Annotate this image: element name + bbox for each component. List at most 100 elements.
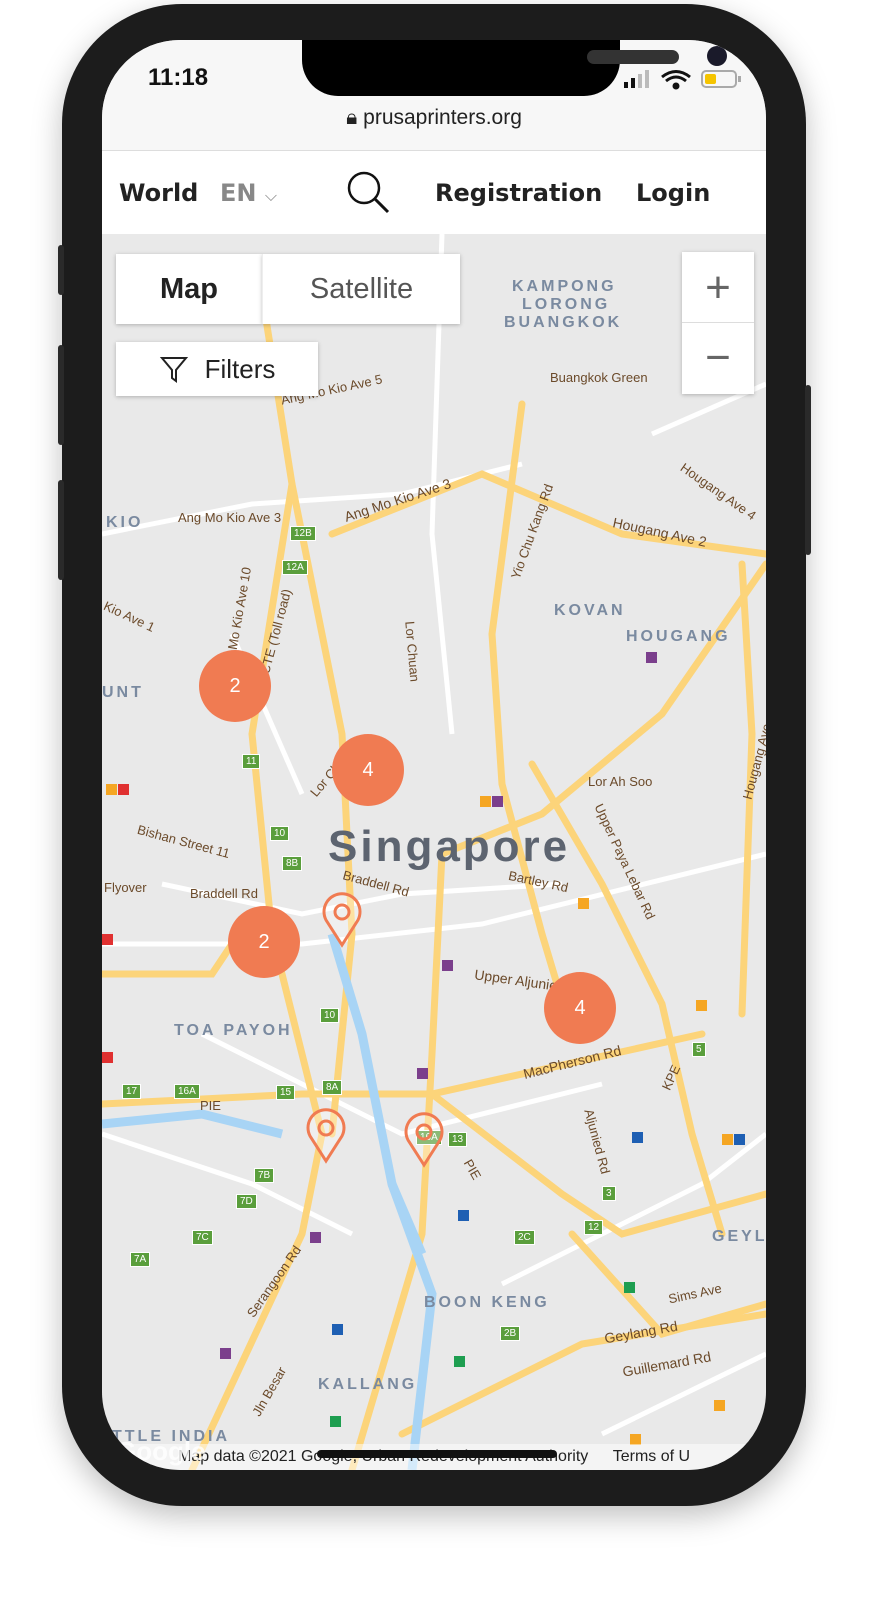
url-text: prusaprinters.org	[363, 106, 522, 129]
road-label: PIE	[200, 1098, 221, 1113]
road-label: Braddell Rd	[190, 886, 258, 901]
login-link[interactable]: Login	[636, 179, 710, 207]
lock-icon: 🔒︎	[346, 106, 358, 129]
city-label: Singapore	[328, 822, 571, 871]
registration-link[interactable]: Registration	[435, 179, 602, 207]
chevron-down-icon: ⌵	[264, 186, 277, 205]
printer-marker[interactable]	[220, 1348, 231, 1359]
exit-label: 12B	[290, 526, 316, 541]
exit-label: 7D	[236, 1194, 257, 1209]
map-pin-icon[interactable]	[320, 892, 364, 948]
printer-marker[interactable]	[578, 898, 589, 909]
exit-label: 8A	[322, 1080, 343, 1095]
exit-label: 7C	[192, 1230, 213, 1245]
google-logo: Google	[116, 1436, 206, 1466]
status-bar: 11:18 🔒︎ prusaprinters.org	[102, 40, 766, 150]
notch	[302, 40, 727, 96]
area-label: KAMPONG	[512, 278, 617, 295]
road-label: Lor Ah Soo	[588, 774, 653, 789]
area-label: KOVAN	[554, 602, 626, 619]
cluster-marker[interactable]: 2	[228, 906, 300, 978]
area-label: LORONG	[522, 296, 611, 313]
filters-button[interactable]: Filters	[116, 342, 318, 396]
exit-label: 8B	[282, 856, 303, 871]
cluster-marker[interactable]: 4	[332, 734, 404, 806]
map-type-map-button[interactable]: Map	[116, 254, 262, 324]
printer-marker[interactable]	[696, 1000, 707, 1011]
road-label: Buangkok Green	[550, 370, 648, 385]
printer-marker[interactable]	[714, 1400, 725, 1411]
area-label: KALLANG	[318, 1376, 418, 1393]
exit-label: 15	[276, 1085, 296, 1100]
area-label: TOA PAYOH	[174, 1022, 293, 1039]
printer-marker[interactable]	[646, 652, 657, 663]
exit-label: 2B	[500, 1326, 521, 1341]
printer-marker[interactable]	[102, 1052, 113, 1063]
printer-marker[interactable]	[722, 1134, 733, 1145]
address-bar[interactable]: 🔒︎ prusaprinters.org	[102, 106, 766, 130]
map-type-satellite-button[interactable]: Satellite	[262, 254, 460, 324]
battery-icon	[701, 70, 741, 88]
area-label: KIO	[106, 514, 144, 531]
printer-marker[interactable]	[106, 784, 117, 795]
cluster-marker[interactable]: 4	[544, 972, 616, 1044]
filter-icon	[159, 357, 188, 383]
exit-label: 7A	[130, 1252, 151, 1267]
printer-marker[interactable]	[310, 1232, 321, 1243]
language-selector[interactable]: EN ⌵	[220, 179, 277, 207]
exit-label: 10	[270, 826, 290, 841]
home-indicator	[317, 1450, 557, 1458]
exit-label: 11	[242, 754, 261, 769]
printer-marker[interactable]	[102, 934, 113, 945]
exit-label: 10	[320, 1008, 340, 1023]
printer-marker[interactable]	[454, 1356, 465, 1367]
power-button	[805, 385, 811, 555]
exit-label: 5	[692, 1042, 706, 1057]
exit-label: 16A	[174, 1084, 200, 1099]
site-header: World EN ⌵ Registration Login	[102, 150, 766, 234]
printer-marker[interactable]	[624, 1282, 635, 1293]
map-pin-icon[interactable]	[304, 1108, 348, 1164]
status-icons	[624, 70, 741, 90]
exit-label: 12A	[282, 560, 308, 575]
zoom-out-button[interactable]: −	[682, 323, 754, 393]
exit-label: 7B	[254, 1168, 275, 1183]
map-pin-icon[interactable]	[402, 1112, 446, 1168]
printer-marker[interactable]	[118, 784, 129, 795]
road-label: Flyover	[104, 880, 147, 895]
area-label: BUANGKOK	[504, 314, 623, 331]
exit-label: 12	[584, 1220, 604, 1235]
printer-marker[interactable]	[417, 1068, 428, 1079]
screen: 11:18 🔒︎ prusaprinters.org World EN ⌵ Re…	[102, 40, 766, 1470]
printer-marker[interactable]	[492, 796, 503, 807]
map[interactable]: KAMPONG LORONG BUANGKOK KOVAN HOUGANG TO…	[102, 234, 766, 1470]
exit-label: 2C	[514, 1230, 535, 1245]
terms-link[interactable]: Terms of U	[613, 1448, 690, 1465]
search-icon[interactable]	[345, 169, 393, 215]
printer-marker[interactable]	[330, 1416, 341, 1427]
mute-switch	[58, 245, 64, 295]
printer-marker[interactable]	[332, 1324, 343, 1335]
exit-label: 13	[448, 1132, 468, 1147]
printer-marker[interactable]	[442, 960, 453, 971]
volume-up-button	[58, 345, 64, 445]
area-label: HOUGANG	[626, 628, 731, 645]
zoom-controls: + −	[682, 252, 754, 394]
road-label: Ang Mo Kio Ave 3	[178, 510, 282, 525]
printer-marker[interactable]	[458, 1210, 469, 1221]
area-label: UNT	[102, 684, 144, 701]
exit-label: 3	[602, 1186, 616, 1201]
region-selector[interactable]: World	[119, 179, 198, 207]
area-label: BOON KENG	[424, 1294, 550, 1311]
area-label: GEYL	[712, 1228, 766, 1245]
wifi-icon	[661, 70, 691, 90]
exit-label: 17	[122, 1084, 142, 1099]
volume-down-button	[58, 480, 64, 580]
signal-icon	[624, 70, 649, 88]
printer-marker[interactable]	[734, 1134, 745, 1145]
printer-marker[interactable]	[480, 796, 491, 807]
zoom-in-button[interactable]: +	[682, 253, 754, 323]
printer-marker[interactable]	[632, 1132, 643, 1143]
cluster-marker[interactable]: 2	[199, 650, 271, 722]
status-time: 11:18	[148, 64, 209, 91]
